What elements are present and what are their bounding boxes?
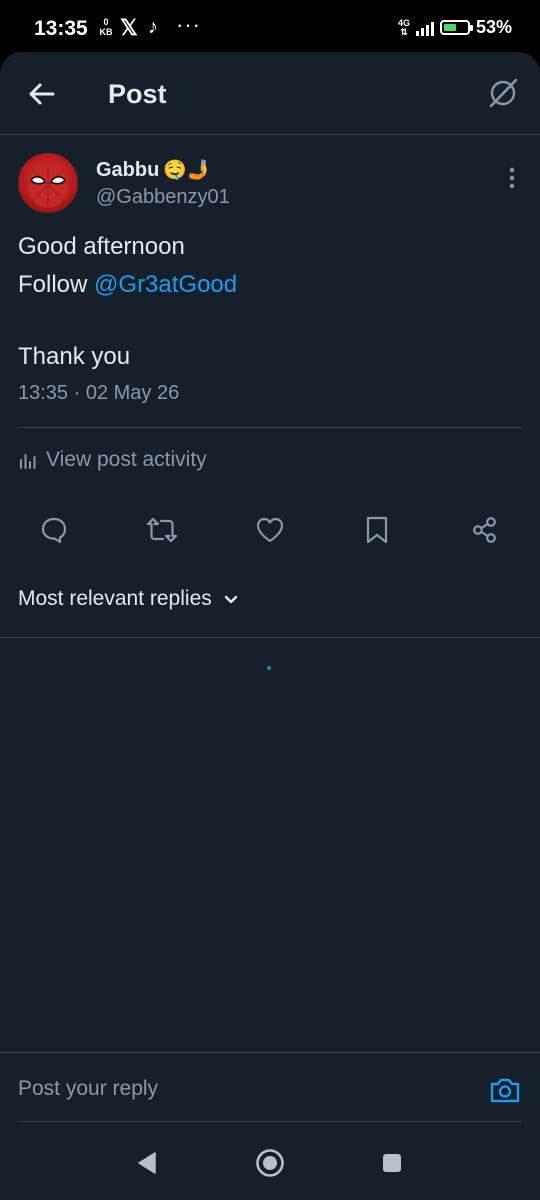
- spiderman-avatar-image: [28, 162, 68, 208]
- reply-input-underline: [18, 1121, 522, 1122]
- reply-sort-label: Most relevant replies: [18, 587, 212, 610]
- post-action-bar: [0, 510, 540, 550]
- reply-button[interactable]: [34, 510, 74, 550]
- net-speed-unit: KB: [99, 27, 113, 37]
- battery-percent: 53%: [475, 17, 512, 37]
- share-button[interactable]: [465, 510, 505, 550]
- nav-home-button[interactable]: [255, 1148, 285, 1178]
- more-notifications-icon: ···: [176, 12, 201, 37]
- author-handle[interactable]: @Gabbenzy01: [96, 186, 230, 209]
- reply-sort-dropdown[interactable]: Most relevant replies: [18, 587, 240, 611]
- post-timestamp: 13:35 · 02 May 26: [18, 382, 180, 404]
- more-vertical-icon: [509, 167, 515, 189]
- share-icon: [473, 517, 496, 543]
- x-notification-icon: 𝕏: [120, 15, 138, 40]
- post-text: Good afternoon Follow @Gr3atGood Thank y…: [18, 228, 518, 376]
- repost-button[interactable]: [142, 510, 182, 550]
- network-type: 4G ⇅: [398, 18, 410, 37]
- bookmark-icon: [366, 516, 388, 544]
- loading-indicator: [267, 666, 271, 670]
- author-name[interactable]: Gabbu 🤤🤳: [96, 158, 211, 182]
- reply-input[interactable]: [18, 1069, 468, 1109]
- circle-home-icon: [256, 1149, 284, 1177]
- author-avatar[interactable]: [18, 153, 78, 213]
- tiktok-notification-icon: ♪: [148, 16, 158, 38]
- post-line-3: Thank you: [18, 343, 131, 370]
- post-line-1: Good afternoon: [18, 233, 185, 260]
- mention-link[interactable]: @Gr3atGood: [94, 271, 237, 298]
- net-speed-value: 0: [103, 17, 109, 27]
- arrow-left-icon: [29, 83, 55, 105]
- divider: [18, 427, 522, 428]
- battery-icon: [439, 20, 473, 35]
- nav-recents-button[interactable]: [377, 1148, 407, 1178]
- system-navigation-bar: [0, 1124, 540, 1200]
- grok-button[interactable]: [486, 76, 520, 110]
- square-recents-icon: [383, 1154, 401, 1172]
- view-post-activity-label: View post activity: [46, 448, 207, 471]
- post-options-button[interactable]: [506, 166, 518, 190]
- signal-icon: [415, 20, 434, 36]
- camera-button[interactable]: [488, 1075, 522, 1105]
- nav-back-button[interactable]: [133, 1148, 163, 1178]
- repost-icon: [146, 517, 178, 543]
- grok-icon: [489, 78, 518, 108]
- like-button[interactable]: [250, 510, 290, 550]
- back-button[interactable]: [26, 78, 58, 110]
- data-arrows-icon: ⇅: [400, 26, 408, 37]
- status-right-group: 4G ⇅ 53%: [398, 17, 512, 38]
- post-blank-line: [18, 304, 518, 338]
- bar-chart-icon: [20, 454, 36, 469]
- reply-composer: [0, 1052, 540, 1125]
- camera-icon: [490, 1078, 520, 1103]
- triangle-back-icon: [138, 1152, 156, 1174]
- reply-icon: [41, 517, 67, 544]
- top-app-bar: Post: [0, 52, 540, 135]
- post-screen: Post Gabbu 🤤🤳 @Gabbenzy01 Good afternoon …: [0, 52, 540, 1200]
- net-speed-indicator: 0 KB: [99, 17, 113, 37]
- post-line-2-prefix: Follow: [18, 271, 95, 298]
- status-bar: 13:35 0 KB 𝕏 ♪ ··· 4G ⇅ 53%: [0, 0, 540, 58]
- chevron-down-icon: [224, 595, 237, 604]
- author-name-text: Gabbu: [96, 159, 160, 181]
- status-time: 13:35: [34, 17, 88, 40]
- bookmark-button[interactable]: [357, 510, 397, 550]
- view-post-activity-link[interactable]: View post activity: [18, 448, 207, 472]
- divider: [0, 637, 540, 638]
- post-line-2: Follow @Gr3atGood: [18, 266, 518, 304]
- heart-icon: [256, 517, 284, 543]
- page-title: Post: [108, 79, 167, 109]
- battery-fill: [443, 24, 456, 31]
- author-emoji: 🤤🤳: [163, 160, 211, 181]
